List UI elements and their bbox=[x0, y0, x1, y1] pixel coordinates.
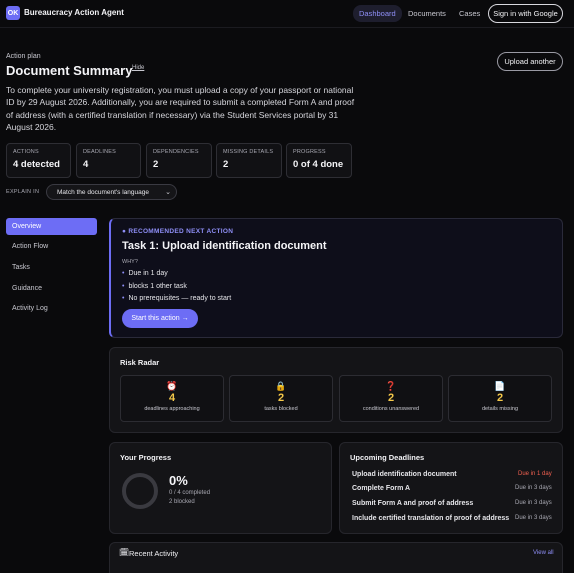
deadline-name: Upload identification document bbox=[352, 471, 457, 478]
risk-value: 2 bbox=[277, 392, 285, 404]
stat-value: 2 bbox=[223, 159, 229, 170]
language-select-value: Match the document's language bbox=[57, 188, 149, 196]
deadlines-title: Upcoming Deadlines bbox=[350, 453, 425, 462]
stat-deadlines: DEADLINES 4 bbox=[76, 143, 141, 178]
stat-value: 4 detected bbox=[13, 159, 60, 170]
nav-link-cases[interactable]: Cases bbox=[453, 5, 486, 22]
question-icon: ❓ bbox=[385, 381, 397, 391]
language-select[interactable]: Match the document's language ⌄ bbox=[46, 184, 177, 200]
why-label: WHY? bbox=[122, 259, 138, 265]
document-summary-text: To complete your university registration… bbox=[6, 85, 355, 132]
progress-ring bbox=[122, 473, 158, 509]
progress-panel: Your Progress 0% 0 / 4 completed 2 block… bbox=[109, 442, 332, 534]
stat-missing-details: MISSING DETAILS 2 bbox=[216, 143, 282, 178]
stat-label: DEADLINES bbox=[83, 149, 116, 155]
brand-logo-icon[interactable]: OK bbox=[6, 6, 20, 20]
recommended-action-card: ● RECOMMENDED NEXT ACTION Task 1: Upload… bbox=[109, 218, 563, 338]
calendar-icon: 🗓 bbox=[119, 548, 130, 557]
deadline-row[interactable]: Submit Form A and proof of address Due i… bbox=[352, 500, 552, 512]
sign-in-button[interactable]: Sign in with Google bbox=[488, 4, 563, 23]
stat-progress: PROGRESS 0 of 4 done bbox=[286, 143, 352, 178]
deadline-due: Due in 3 days bbox=[515, 500, 552, 506]
risk-label: deadlines approaching bbox=[144, 406, 200, 412]
lock-icon: 🔒 bbox=[275, 381, 287, 391]
deadline-due: Due in 1 day bbox=[518, 471, 552, 477]
sidebar-item-guidance[interactable]: Guidance bbox=[6, 280, 97, 297]
progress-percent: 0% bbox=[169, 473, 188, 488]
sidebar-item-activity-log[interactable]: Activity Log bbox=[6, 300, 97, 317]
risk-deadlines-approaching[interactable]: ⏰ 4 deadlines approaching bbox=[120, 375, 224, 422]
chevron-down-icon: ⌄ bbox=[165, 189, 171, 196]
start-action-button[interactable]: Start this action → bbox=[122, 309, 198, 328]
risk-tasks-blocked[interactable]: 🔒 2 tasks blocked bbox=[229, 375, 333, 422]
stat-value: 0 of 4 done bbox=[293, 159, 344, 170]
bullet-icon: • bbox=[122, 270, 125, 277]
document-icon: 📄 bbox=[494, 381, 506, 391]
stat-dependencies: DEPENDENCIES 2 bbox=[146, 143, 212, 178]
stat-label: DEPENDENCIES bbox=[153, 149, 199, 155]
recent-activity-title: Recent Activity bbox=[129, 549, 179, 558]
stat-label: ACTIONS bbox=[13, 149, 39, 155]
deadline-due: Due in 3 days bbox=[515, 515, 552, 521]
recommended-eyebrow: ● RECOMMENDED NEXT ACTION bbox=[122, 228, 234, 235]
stat-value: 2 bbox=[153, 159, 159, 170]
page-title: Document Summary bbox=[6, 63, 133, 78]
nav-link-dashboard[interactable]: Dashboard bbox=[353, 5, 402, 22]
stat-label: PROGRESS bbox=[293, 149, 326, 155]
progress-completed: 0 / 4 completed bbox=[169, 490, 211, 496]
hide-summary-link[interactable]: Hide bbox=[132, 65, 144, 71]
sidebar-item-action-flow[interactable]: Action Flow bbox=[6, 238, 97, 255]
deadline-row[interactable]: Upload identification document Due in 1 … bbox=[352, 471, 552, 483]
view-all-link[interactable]: View all bbox=[533, 550, 554, 556]
stat-actions: ACTIONS 4 detected bbox=[6, 143, 71, 178]
progress-title: Your Progress bbox=[120, 453, 172, 462]
reason-item: • No prerequisites — ready to start bbox=[122, 295, 232, 302]
bullet-icon: • bbox=[122, 295, 125, 302]
page-eyebrow: Action plan bbox=[6, 53, 41, 60]
upload-another-button[interactable]: Upload another bbox=[497, 52, 563, 71]
risk-label: conditions unanswered bbox=[362, 406, 420, 412]
bullet-icon: • bbox=[122, 283, 125, 290]
risk-value: 4 bbox=[168, 392, 176, 404]
brand-name[interactable]: Bureaucracy Action Agent bbox=[24, 8, 124, 17]
top-nav: OK Bureaucracy Action Agent Dashboard Do… bbox=[0, 0, 574, 28]
risk-value: 2 bbox=[496, 392, 504, 404]
stat-label: MISSING DETAILS bbox=[223, 149, 274, 155]
explain-in-label: EXPLAIN IN bbox=[6, 189, 40, 195]
deadline-name: Include certified translation of proof o… bbox=[352, 515, 510, 522]
risk-conditions-unanswered[interactable]: ❓ 2 conditions unanswered bbox=[339, 375, 443, 422]
deadline-name: Submit Form A and proof of address bbox=[352, 500, 474, 507]
deadlines-panel: Upcoming Deadlines Upload identification… bbox=[339, 442, 563, 534]
deadline-row[interactable]: Include certified translation of proof o… bbox=[352, 515, 552, 527]
progress-blocked: 2 blocked bbox=[169, 499, 195, 505]
risk-radar-title: Risk Radar bbox=[120, 358, 160, 367]
recommended-title: Task 1: Upload identification document bbox=[122, 240, 327, 252]
nav-link-documents[interactable]: Documents bbox=[402, 5, 452, 22]
risk-details-missing[interactable]: 📄 2 details missing bbox=[448, 375, 552, 422]
risk-label: details missing bbox=[481, 406, 519, 412]
risk-value: 2 bbox=[387, 392, 395, 404]
deadline-row[interactable]: Complete Form A Due in 3 days bbox=[352, 485, 552, 497]
alarm-clock-icon: ⏰ bbox=[166, 381, 178, 391]
risk-label: tasks blocked bbox=[264, 406, 298, 412]
deadline-due: Due in 3 days bbox=[515, 485, 552, 491]
risk-radar-panel: Risk Radar ⏰ 4 deadlines approaching 🔒 2… bbox=[109, 347, 563, 433]
sidebar-item-tasks[interactable]: Tasks bbox=[6, 259, 97, 276]
reason-item: • Due in 1 day bbox=[122, 270, 168, 277]
deadline-name: Complete Form A bbox=[352, 485, 411, 492]
reason-item: • blocks 1 other task bbox=[122, 283, 187, 290]
stat-value: 4 bbox=[83, 159, 89, 170]
sidebar-item-overview[interactable]: Overview bbox=[6, 218, 97, 235]
